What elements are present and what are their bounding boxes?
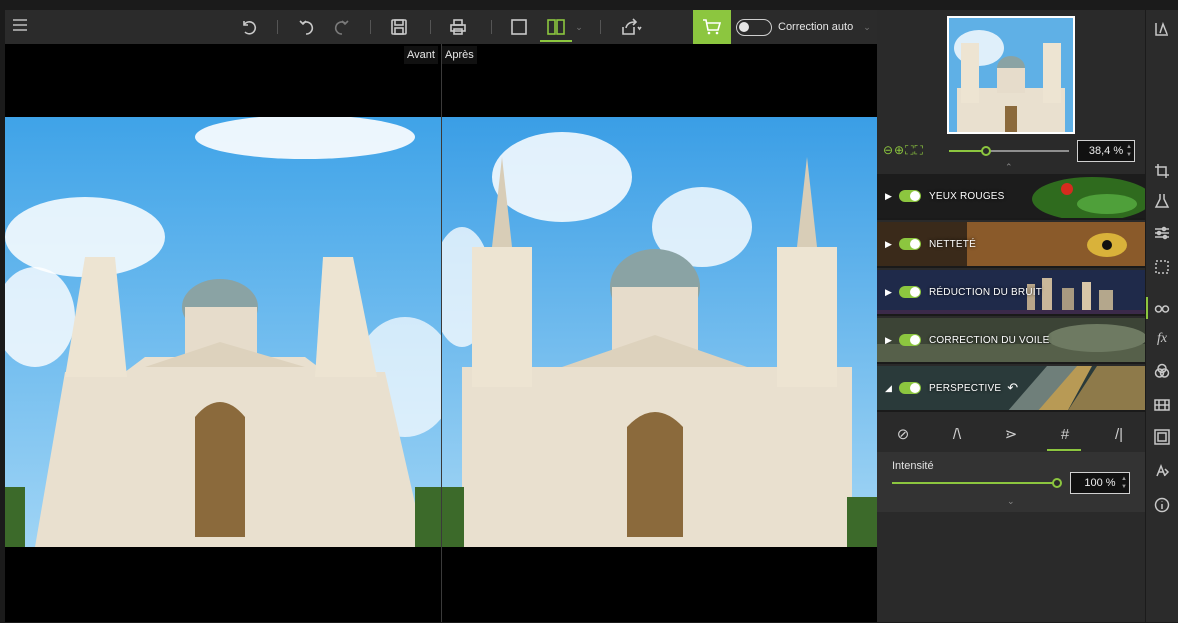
cart-button[interactable]	[693, 10, 731, 44]
module-label: PERSPECTIVE	[929, 382, 1002, 394]
effects-fx-icon[interactable]: fx	[1153, 330, 1171, 348]
after-label: Après	[442, 46, 477, 64]
auto-correction-toggle[interactable]: Correction auto ⌄	[736, 10, 871, 44]
before-image	[5, 117, 441, 547]
module-label: CORRECTION DU VOILE	[929, 334, 1050, 346]
image-canvas[interactable]	[5, 44, 877, 622]
module-perspective[interactable]: ◢ PERSPECTIVE ↶	[877, 366, 1145, 412]
active-view-indicator	[540, 40, 572, 42]
hamburger-icon[interactable]	[13, 19, 27, 33]
expand-arrow-icon[interactable]: ▶	[885, 335, 897, 346]
toolbar-divider	[430, 20, 431, 34]
active-tool-indicator	[1146, 297, 1148, 319]
info-icon[interactable]	[1153, 496, 1171, 514]
expand-arrow-icon[interactable]: ▶	[885, 287, 897, 298]
tools-sidebar: fx	[1146, 10, 1178, 622]
no-correction-icon[interactable]: ⊘	[891, 424, 915, 444]
module-toggle[interactable]	[899, 334, 921, 346]
expand-arrow-icon[interactable]: ▶	[885, 239, 897, 250]
zoom-value-field[interactable]: 38,4 % ▲ ▼	[1077, 140, 1135, 162]
module-haze-correction[interactable]: ▶ CORRECTION DU VOILE	[877, 318, 1145, 364]
export-icon[interactable]	[615, 14, 647, 40]
split-view-icon[interactable]	[543, 14, 569, 40]
expand-arrow-icon[interactable]: ▶	[885, 191, 897, 202]
intensity-value-field[interactable]: 100 % ▲ ▼	[1070, 472, 1130, 494]
collapse-arrow-icon[interactable]: ◢	[885, 383, 897, 394]
module-sharpness[interactable]: ▶ NETTETÉ	[877, 222, 1145, 268]
texture-icon[interactable]	[1153, 396, 1171, 414]
navigator-thumbnail[interactable]	[947, 16, 1075, 134]
horizontal-perspective-icon[interactable]: ⋗	[999, 424, 1023, 444]
single-view-icon[interactable]	[507, 14, 531, 40]
crop-icon[interactable]	[1153, 162, 1171, 180]
toolbar-divider	[600, 20, 601, 34]
reset-icon[interactable]	[237, 14, 261, 40]
redo-icon[interactable]	[329, 14, 353, 40]
adjustments-panel: ⊖⊕⛶⛶ 38,4 % ▲ ▼ ⌃ ▶ YEUX ROUGES ▶ NETTETÉ …	[877, 10, 1145, 622]
module-toggle[interactable]	[899, 286, 921, 298]
active-mode-indicator	[1047, 449, 1081, 451]
intensity-slider-handle[interactable]	[1052, 478, 1062, 488]
module-toggle[interactable]	[899, 238, 921, 250]
auto-correction-label: Correction auto	[778, 21, 854, 33]
chevron-down-icon[interactable]: ⌄	[573, 14, 585, 40]
collapse-down-icon[interactable]: ⌄	[1007, 496, 1015, 507]
toolbar-divider	[370, 20, 371, 34]
before-label: Avant	[404, 46, 438, 64]
module-toggle[interactable]	[899, 190, 921, 202]
flask-icon[interactable]	[1153, 192, 1171, 210]
chevron-down-icon[interactable]: ⌄	[863, 22, 871, 33]
perspective-modes: ⊘ /\ ⋗ # /|	[877, 416, 1145, 452]
photo-editor-app: ⌄ Correction auto ⌄ Avant Après ⊖⊕⛶⛶ 38,…	[0, 0, 1178, 623]
print-icon[interactable]	[446, 14, 470, 40]
after-image	[442, 117, 877, 547]
vertical-perspective-icon[interactable]: /\	[945, 424, 969, 444]
zoom-controls: ⊖⊕⛶⛶ 38,4 % ▲ ▼	[877, 138, 1145, 164]
intensity-label: Intensité	[892, 460, 934, 472]
module-toggle[interactable]	[899, 382, 921, 394]
module-red-eye[interactable]: ▶ YEUX ROUGES	[877, 174, 1145, 220]
zoom-slider-fill	[949, 150, 985, 152]
toggle-switch[interactable]	[736, 18, 772, 36]
cart-icon	[703, 19, 722, 35]
module-label: RÉDUCTION DU BRUIT	[929, 286, 1043, 298]
grid-perspective-icon[interactable]: #	[1053, 424, 1077, 444]
selection-icon[interactable]	[1153, 258, 1171, 276]
module-noise-reduction[interactable]: ▶ RÉDUCTION DU BRUIT	[877, 270, 1145, 316]
undo-icon[interactable]	[295, 14, 319, 40]
intensity-slider-track[interactable]	[892, 482, 1058, 484]
module-label: YEUX ROUGES	[929, 190, 1005, 202]
text-tool-icon[interactable]	[1153, 462, 1171, 480]
sliders-icon[interactable]	[1153, 224, 1171, 242]
color-circles-icon[interactable]	[1153, 362, 1171, 380]
save-icon[interactable]	[387, 14, 411, 40]
frame-icon[interactable]	[1153, 428, 1171, 446]
reset-icon[interactable]: ↶	[1007, 380, 1018, 396]
free-perspective-icon[interactable]: /|	[1107, 424, 1131, 444]
top-toolbar: ⌄ Correction auto ⌄	[5, 10, 877, 44]
zoom-slider-handle[interactable]	[981, 146, 991, 156]
toolbar-divider	[277, 20, 278, 34]
collapse-up-icon[interactable]: ⌃	[1005, 162, 1013, 173]
module-label: NETTETÉ	[929, 238, 976, 250]
toolbar-divider	[491, 20, 492, 34]
zoom-tools-icon[interactable]: ⊖⊕⛶⛶	[883, 143, 924, 158]
glasses-icon[interactable]	[1153, 299, 1171, 317]
histogram-icon[interactable]	[1153, 20, 1171, 38]
